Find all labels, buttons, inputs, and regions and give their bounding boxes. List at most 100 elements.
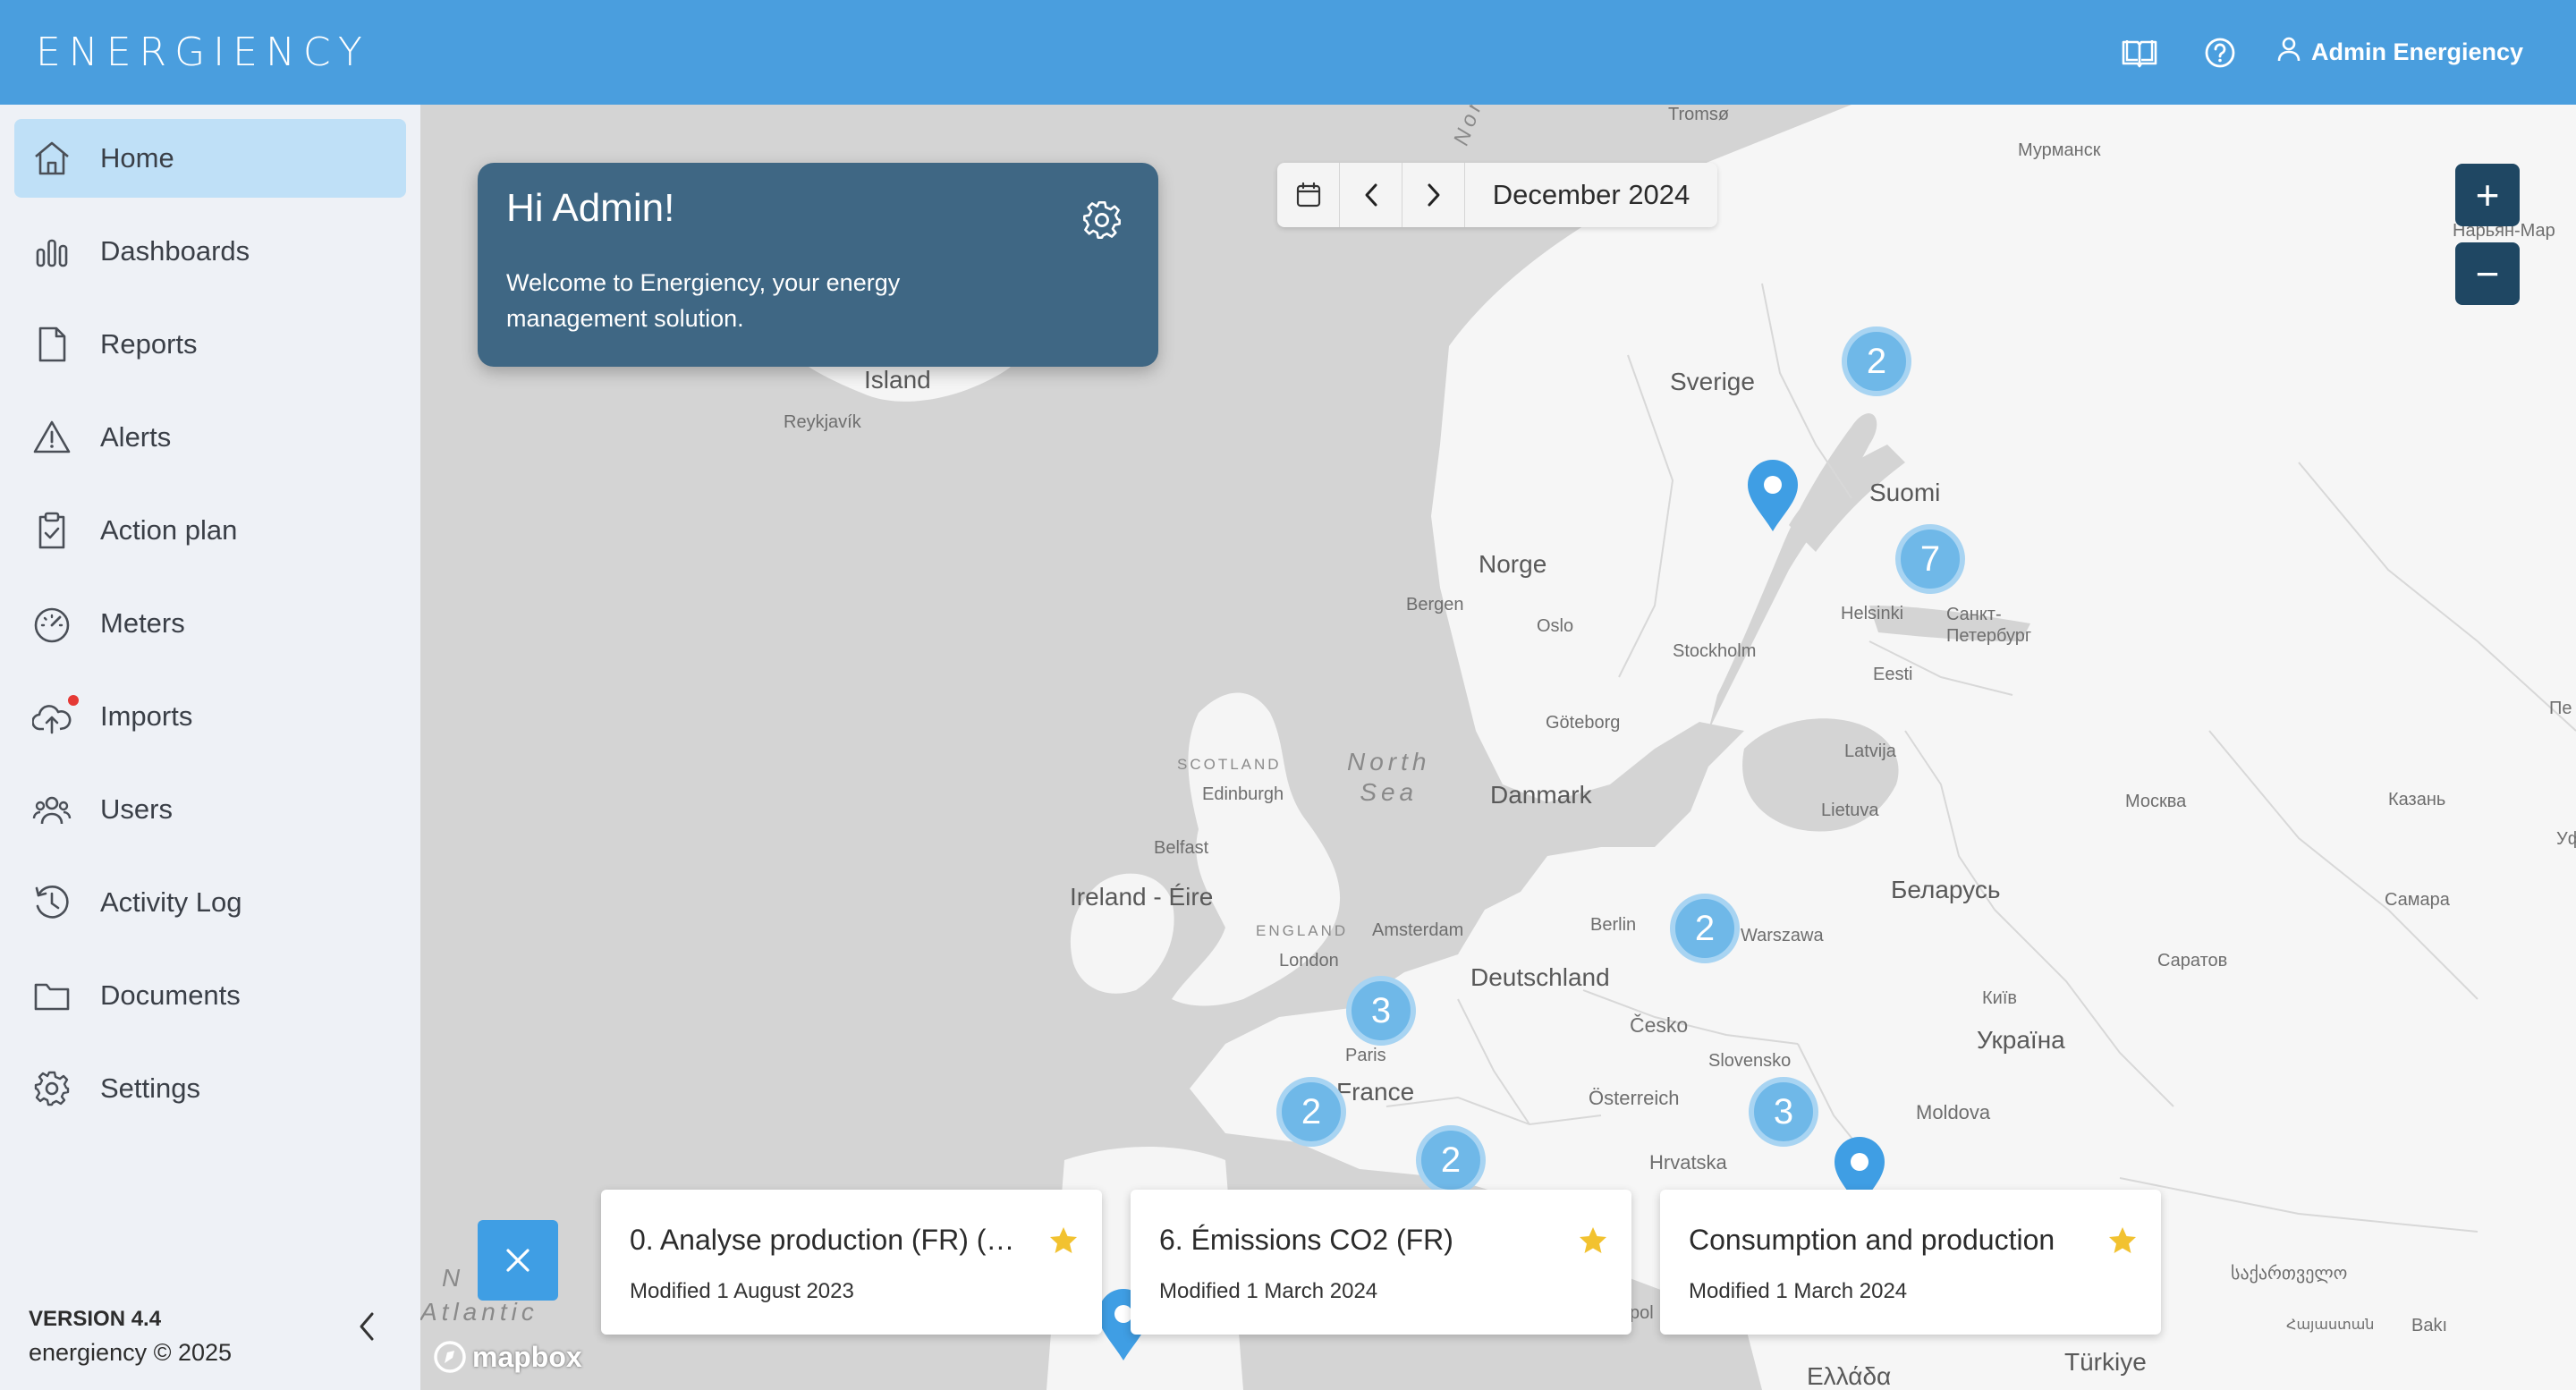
gear-icon: [34, 1071, 70, 1106]
welcome-message: Welcome to Energiency, your energy manag…: [506, 269, 901, 332]
sidebar-item-imports[interactable]: Imports: [14, 677, 406, 756]
map-label-pol: pol: [1630, 1303, 1654, 1323]
map-label-france: France: [1336, 1078, 1415, 1106]
chevron-right-icon: [1428, 183, 1439, 207]
map-label-armenia: Հայաստան: [2286, 1318, 2375, 1333]
home-icon: [35, 141, 69, 175]
zoom-in-button[interactable]: +: [2455, 164, 2520, 226]
sidebar-item-action-plan[interactable]: Action plan: [14, 491, 406, 570]
map-label-moldova: Moldova: [1916, 1101, 1991, 1123]
zoom-out-button[interactable]: −: [2455, 242, 2520, 305]
favorite-card[interactable]: 6. Émissions CO2 (FR) Modified 1 March 2…: [1131, 1190, 1631, 1335]
map-label-island: Island: [864, 366, 931, 394]
map-label-helsinki: Helsinki: [1841, 604, 1904, 623]
map-label-georgia: საქართველო: [2231, 1264, 2348, 1284]
card-modified: Modified 1 March 2024: [1159, 1279, 1378, 1303]
collapse-sidebar-button[interactable]: [356, 1309, 377, 1348]
map-cluster[interactable]: 3: [1749, 1077, 1818, 1147]
map-cluster[interactable]: 2: [1416, 1125, 1486, 1195]
map-label-hrvatska: Hrvatska: [1649, 1151, 1727, 1174]
map-label-turkiye: Türkiye: [2064, 1348, 2147, 1376]
energiency-logo[interactable]: ENERGIENCY: [36, 30, 370, 75]
card-title: 6. Émissions CO2 (FR): [1159, 1224, 1453, 1256]
map-label-norge: Norge: [1479, 550, 1547, 578]
map-label-edinburgh: Edinburgh: [1202, 784, 1284, 804]
sidebar-item-alerts[interactable]: Alerts: [14, 398, 406, 477]
map-label-pe: Пе: [2549, 699, 2572, 718]
map-cluster[interactable]: 7: [1895, 524, 1965, 594]
next-month-button[interactable]: [1402, 163, 1465, 227]
sidebar-item-dashboards[interactable]: Dashboards: [14, 212, 406, 291]
map-label-spb: Санкт- Петербург: [1946, 605, 2032, 646]
users-icon: [32, 796, 72, 825]
map-label-amsterdam: Amsterdam: [1372, 920, 1464, 940]
notification-badge: [66, 693, 80, 708]
version-label: VERSION 4.4: [29, 1307, 162, 1331]
sidebar-item-reports[interactable]: Reports: [14, 305, 406, 384]
close-favorites-button[interactable]: [478, 1220, 558, 1301]
mapbox-icon: [434, 1341, 466, 1373]
calendar-button[interactable]: [1277, 163, 1340, 227]
star-icon[interactable]: [2107, 1225, 2138, 1256]
warning-icon: [33, 420, 71, 453]
map-pin-icon[interactable]: [1744, 458, 1801, 533]
cloud-upload-icon: [32, 705, 72, 734]
map-label-cesko: Česko: [1630, 1013, 1689, 1037]
map-label-baki: Bakı: [2411, 1316, 2448, 1335]
map-label-ellada: Ελλάδα: [1807, 1362, 1892, 1390]
map-label-kazan: Казань: [2388, 790, 2446, 809]
map-label-samara: Самара: [2385, 890, 2450, 910]
user-name: Admin Energiency: [2311, 38, 2524, 65]
map-cluster[interactable]: 2: [1842, 326, 1911, 396]
selected-month[interactable]: December 2024: [1465, 179, 1717, 211]
card-modified: Modified 1 March 2024: [1689, 1279, 1908, 1303]
sidebar-item-users[interactable]: Users: [14, 770, 406, 849]
map-cluster[interactable]: 2: [1670, 894, 1740, 963]
map-label-latvija: Latvija: [1844, 742, 1896, 761]
card-modified: Modified 1 August 2023: [630, 1279, 854, 1303]
map-cluster[interactable]: 3: [1346, 976, 1416, 1046]
gauge-icon: [34, 607, 70, 643]
map-cluster[interactable]: 2: [1276, 1077, 1346, 1147]
star-icon[interactable]: [1578, 1225, 1608, 1256]
map-label-scotland: SCOTLAND: [1177, 756, 1282, 773]
favorite-card[interactable]: 0. Analyse production (FR) (c… Modified …: [601, 1190, 1102, 1335]
map-label-bergen: Bergen: [1406, 595, 1464, 614]
bar-chart-icon: [36, 239, 68, 267]
chevron-left-icon: [1365, 183, 1377, 207]
map-label-ukraina: Україна: [1977, 1026, 2065, 1054]
map-label-osterreich: Österreich: [1589, 1087, 1680, 1109]
favorite-card[interactable]: Consumption and production Modified 1 Ma…: [1660, 1190, 2161, 1335]
book-icon[interactable]: [2120, 33, 2159, 72]
map-label-stockholm: Stockholm: [1673, 641, 1757, 661]
sidebar-item-settings[interactable]: Settings: [14, 1049, 406, 1128]
map-label-lietuva: Lietuva: [1821, 801, 1879, 820]
mapbox-logo[interactable]: mapbox: [433, 1338, 582, 1376]
sidebar-item-activity-log[interactable]: Activity Log: [14, 863, 406, 942]
folder-icon: [34, 983, 70, 1011]
map-label-danmark: Danmark: [1490, 781, 1592, 809]
map-label-saratov: Саратов: [2157, 951, 2228, 970]
sidebar-item-meters[interactable]: Meters: [14, 584, 406, 663]
map-label-england: ENGLAND: [1256, 922, 1349, 939]
map-label-suomi: Suomi: [1869, 479, 1941, 506]
history-icon: [35, 886, 69, 919]
map-label-belarus: Беларусь: [1891, 876, 2001, 903]
map-label-goteborg: Göteborg: [1546, 713, 1621, 733]
close-icon: [506, 1249, 530, 1272]
help-icon[interactable]: [2200, 33, 2240, 72]
calendar-icon: [1296, 182, 1320, 208]
top-bar: ENERGIENCY Admin Energiency: [0, 0, 2576, 105]
user-menu[interactable]: Admin Energiency: [2277, 32, 2523, 72]
map-label-tromso: Tromsø: [1668, 105, 1730, 124]
map-label-moskva: Москва: [2125, 792, 2187, 811]
document-icon: [38, 326, 66, 362]
sidebar-item-documents[interactable]: Documents: [14, 956, 406, 1035]
sidebar-item-home[interactable]: Home: [14, 119, 406, 198]
previous-month-button[interactable]: [1340, 163, 1402, 227]
card-title: Consumption and production: [1689, 1224, 2055, 1256]
star-icon[interactable]: [1048, 1225, 1079, 1256]
gear-icon[interactable]: [1080, 199, 1123, 242]
map-label-murmansk: Мурманск: [2018, 140, 2101, 160]
map-label-kyiv: Київ: [1982, 988, 2018, 1008]
